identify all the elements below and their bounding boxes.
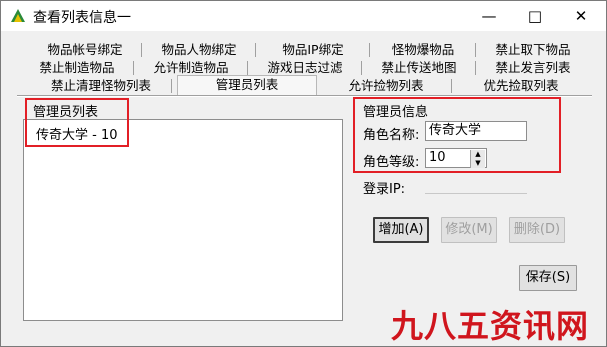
tab-priority-pickup[interactable]: 优先捡取列表 [453,77,589,95]
tab-allow-pickup[interactable]: 允许捡物列表 [321,77,452,95]
login-ip-field[interactable] [425,176,527,194]
tab-label: 禁止传送地图 [381,60,457,75]
tab-label: 允许制造物品 [153,60,229,75]
login-ip-label: 登录IP: [363,182,406,197]
app-icon [11,9,25,22]
tab-label: 游戏日志过滤 [267,60,343,75]
tab-label: 允许捡物列表 [348,78,424,93]
title-bar: 查看列表信息一 — □ ✕ [1,1,606,31]
tab-label: 禁止取下物品 [495,42,571,57]
tab-admin-list[interactable]: 管理员列表 [177,75,317,95]
tab-label: 禁止发言列表 [495,60,571,75]
close-button[interactable]: ✕ [558,1,604,31]
window-title: 查看列表信息一 [33,10,131,26]
tab-forbid-teleport-map[interactable]: 禁止传送地图 [363,59,476,77]
tab-label: 优先捡取列表 [483,78,559,93]
tab-forbid-chat[interactable]: 禁止发言列表 [477,59,589,77]
maximize-button[interactable]: □ [512,1,558,31]
dialog-window: 查看列表信息一 — □ ✕ 物品帐号绑定 物品人物绑定 物品IP绑定 怪物爆物品… [0,0,607,347]
admin-listbox[interactable]: 传奇大学 - 10 [23,119,343,321]
highlight-box-admin-list [25,98,129,147]
tab-item-account-bind[interactable]: 物品帐号绑定 [29,41,142,59]
tab-forbid-clean-monster[interactable]: 禁止清理怪物列表 [31,77,172,95]
add-button[interactable]: 增加(A) [373,217,429,243]
watermark-text: 九八五资讯网 [391,307,590,345]
tab-label: 禁止制造物品 [39,60,115,75]
tab-item-ip-bind[interactable]: 物品IP绑定 [257,41,370,59]
tab-label: 物品人物绑定 [161,42,237,57]
modify-button[interactable]: 修改(M) [441,217,497,243]
tab-forbid-unequip[interactable]: 禁止取下物品 [477,41,589,59]
tab-label: 物品帐号绑定 [47,42,123,57]
tab-label: 物品IP绑定 [282,42,344,57]
tab-label: 怪物爆物品 [391,42,455,57]
minimize-button[interactable]: — [466,1,512,31]
tab-forbid-craft[interactable]: 禁止制造物品 [21,59,134,77]
highlight-box-admin-info [353,97,561,173]
save-button[interactable]: 保存(S) [519,265,577,291]
tab-monster-drop[interactable]: 怪物爆物品 [371,41,476,59]
tab-label: 管理员列表 [215,77,279,92]
tab-item-character-bind[interactable]: 物品人物绑定 [143,41,256,59]
tab-label: 禁止清理怪物列表 [50,78,151,93]
delete-button[interactable]: 删除(D) [509,217,565,243]
